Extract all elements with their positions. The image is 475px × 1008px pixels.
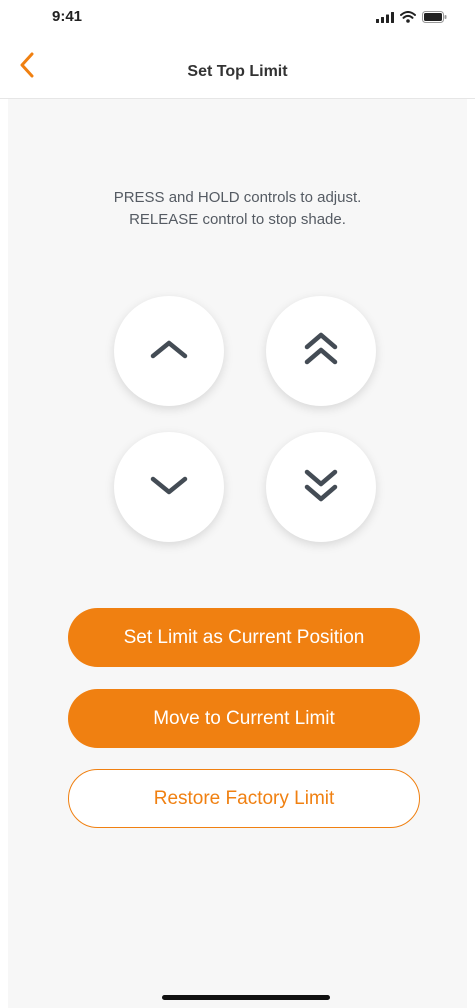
signal-icon [376, 10, 394, 28]
wifi-icon [400, 10, 416, 28]
status-bar: 9:41 [0, 0, 475, 36]
instructions: PRESS and HOLD controls to adjust. RELEA… [8, 187, 467, 231]
down-button[interactable] [114, 432, 224, 542]
page-title: Set Top Limit [187, 63, 288, 80]
screen: 9:41 Set Top Limit PRESS and HOLD contro… [0, 0, 475, 1008]
chevron-down-icon [149, 473, 189, 502]
double-chevron-down-icon [301, 465, 341, 510]
nav-bar: Set Top Limit [0, 36, 475, 99]
chevron-up-icon [149, 337, 189, 366]
instructions-line-1: PRESS and HOLD controls to adjust. [113, 189, 362, 206]
battery-icon [422, 10, 447, 28]
up-button[interactable] [114, 296, 224, 406]
double-chevron-up-icon [301, 329, 341, 374]
fast-up-button[interactable] [266, 296, 376, 406]
main-content: PRESS and HOLD controls to adjust. RELEA… [8, 99, 467, 1008]
home-indicator [162, 995, 330, 1000]
restore-factory-limit-button[interactable]: Restore Factory Limit [68, 769, 420, 828]
fast-down-button[interactable] [266, 432, 376, 542]
status-icons [376, 10, 447, 28]
instructions-line-2: RELEASE control to stop shade. [129, 211, 346, 228]
move-to-limit-button[interactable]: Move to Current Limit [68, 689, 420, 748]
set-limit-button[interactable]: Set Limit as Current Position [68, 608, 420, 667]
status-time: 9:41 [52, 8, 83, 25]
